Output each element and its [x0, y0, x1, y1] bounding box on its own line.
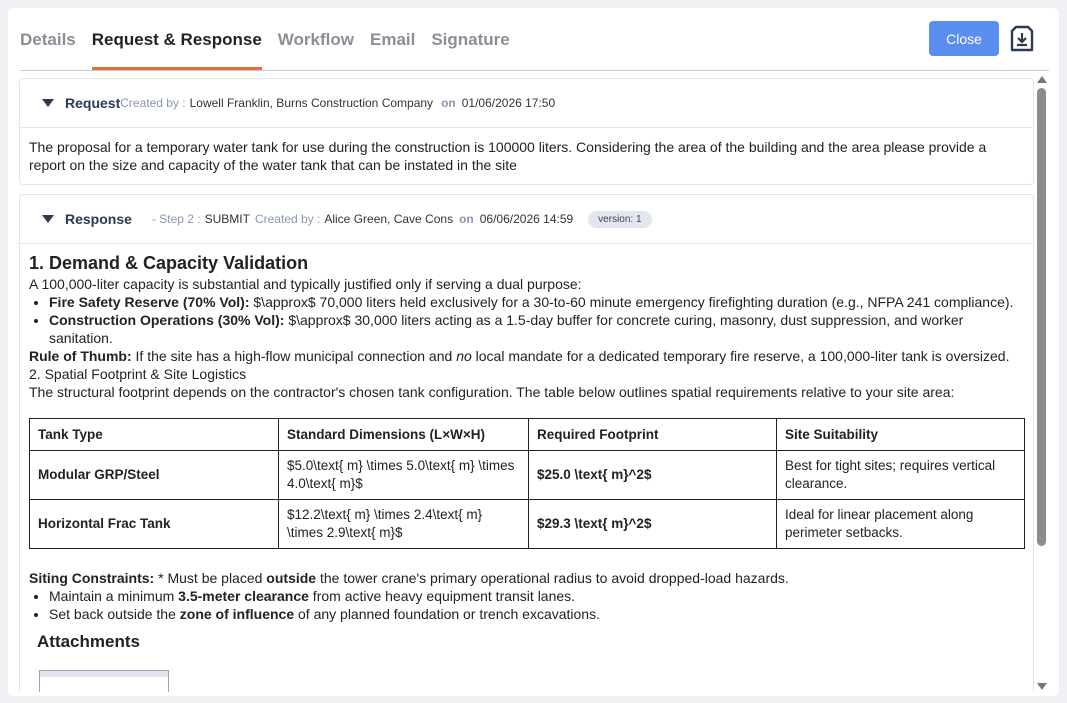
table-cell: Best for tight sites; requires vertical …: [776, 450, 1025, 500]
attachment-thumbnail[interactable]: [39, 670, 169, 692]
column-header: Tank Type: [29, 418, 279, 451]
rule-of-thumb: Rule of Thumb: If the site has a high-fl…: [29, 348, 1010, 364]
vertical-scrollbar[interactable]: [1036, 74, 1048, 692]
table-cell: $5.0\text{ m} \times 5.0\text{ m} \times…: [278, 450, 529, 500]
table-cell: Modular GRP/Steel: [29, 450, 279, 500]
request-title: Request: [65, 95, 121, 111]
table-cell: $25.0 \text{ m}^2$: [528, 450, 777, 500]
response-title: Response: [65, 211, 132, 227]
scrollbar-thumb[interactable]: [1037, 88, 1046, 546]
spatial-text: The structural footprint depends on the …: [29, 384, 955, 400]
collapse-triangle-icon[interactable]: [42, 99, 54, 107]
table-cell: $29.3 \text{ m}^2$: [528, 499, 777, 549]
list-item: Maintain a minimum 3.5-meter clearance f…: [49, 587, 1024, 605]
request-response-dialog: Details Request & Response Workflow Emai…: [8, 8, 1059, 696]
column-header: Site Suitability: [776, 418, 1025, 451]
tab-divider: [20, 70, 1049, 71]
table-row: Horizontal Frac Tank $12.2\text{ m} \tim…: [29, 499, 1025, 549]
constraints-list: Maintain a minimum 3.5-meter clearance f…: [49, 587, 1024, 623]
version-badge: version: 1: [588, 210, 652, 228]
list-item: Fire Safety Reserve (70% Vol): $\approx$…: [49, 293, 1024, 311]
request-card: Request Created by : Lowell Franklin, Bu…: [19, 78, 1034, 185]
section-heading: 1. Demand & Capacity Validation: [29, 253, 309, 273]
column-header: Standard Dimensions (L×W×H): [278, 418, 529, 451]
capacity-list: Fire Safety Reserve (70% Vol): $\approx$…: [49, 293, 1024, 347]
request-header[interactable]: Request Created by : Lowell Franklin, Bu…: [20, 79, 1033, 128]
request-author: Lowell Franklin, Burns Construction Comp…: [189, 96, 434, 110]
download-icon[interactable]: [1009, 25, 1035, 53]
response-header[interactable]: Response - Step 2 : SUBMIT Created by : …: [20, 195, 1033, 244]
table-cell: Ideal for linear placement along perimet…: [776, 499, 1025, 549]
siting-constraints: Siting Constraints: * Must be placed out…: [29, 570, 789, 586]
collapse-triangle-icon[interactable]: [42, 215, 54, 223]
request-date: 01/06/2026 17:50: [461, 96, 556, 110]
close-button[interactable]: Close: [929, 21, 999, 56]
tank-table: Tank Type Standard Dimensions (L×W×H) Re…: [29, 418, 1025, 549]
attachments-title: Attachments: [37, 632, 140, 651]
table-header-row: Tank Type Standard Dimensions (L×W×H) Re…: [29, 418, 1025, 451]
response-body: 1. Demand & Capacity Validation A 100,00…: [20, 244, 1033, 692]
tab-workflow[interactable]: Workflow: [278, 30, 354, 70]
response-card: Response - Step 2 : SUBMIT Created by : …: [19, 194, 1034, 692]
step-label: - Step 2 :: [151, 212, 201, 226]
created-by-label: Created by :: [120, 96, 186, 110]
tab-signature[interactable]: Signature: [431, 30, 509, 70]
spatial-heading: 2. Spatial Footprint & Site Logistics: [29, 366, 247, 382]
list-item: Set back outside the zone of influence o…: [49, 605, 1024, 623]
list-item: Construction Operations (30% Vol): $\app…: [49, 311, 1024, 347]
on-label: on: [459, 212, 474, 226]
scroll-down-icon[interactable]: [1037, 683, 1047, 690]
tab-details[interactable]: Details: [20, 30, 76, 70]
tab-email[interactable]: Email: [370, 30, 415, 70]
step-name: SUBMIT: [204, 212, 250, 226]
content-area: Request Created by : Lowell Franklin, Bu…: [19, 78, 1034, 692]
response-author: Alice Green, Cave Cons: [324, 212, 454, 226]
table-row: Modular GRP/Steel $5.0\text{ m} \times 5…: [29, 450, 1025, 500]
response-date: 06/06/2026 14:59: [479, 212, 574, 226]
column-header: Required Footprint: [528, 418, 777, 451]
request-body: The proposal for a temporary water tank …: [29, 139, 987, 173]
tab-request-response[interactable]: Request & Response: [91, 30, 262, 70]
intro-text: A 100,000-liter capacity is substantial …: [29, 276, 582, 292]
scroll-up-icon[interactable]: [1037, 76, 1047, 83]
created-by-label: Created by :: [254, 212, 321, 226]
tab-bar: Details Request & Response Workflow Emai…: [20, 30, 526, 70]
table-cell: Horizontal Frac Tank: [29, 499, 279, 549]
table-cell: $12.2\text{ m} \times 2.4\text{ m} \time…: [278, 499, 529, 549]
on-label: on: [441, 96, 456, 110]
